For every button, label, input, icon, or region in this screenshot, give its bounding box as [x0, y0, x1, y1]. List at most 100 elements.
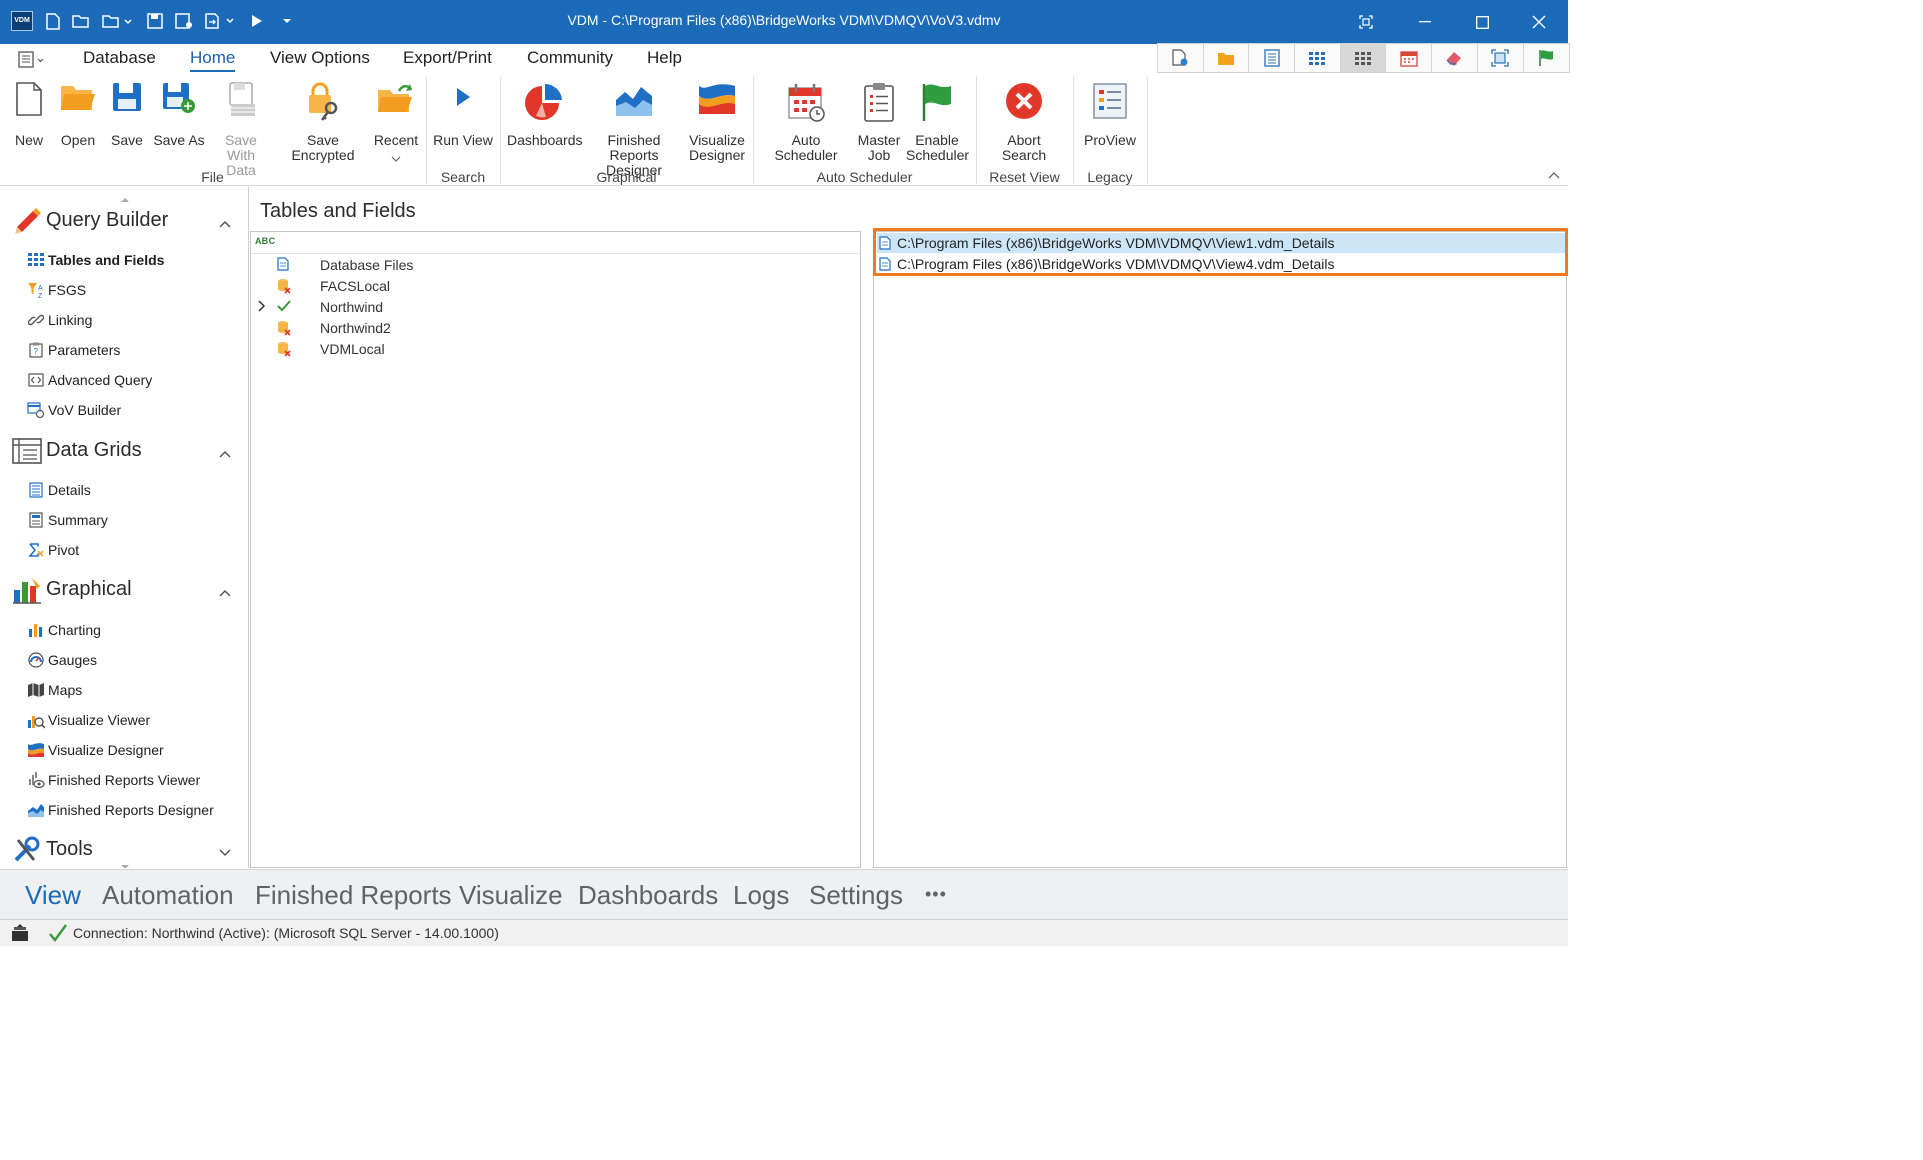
qat-open-dropdown-icon[interactable] [101, 11, 135, 31]
chevron-down-icon [372, 150, 420, 165]
nav-group-data-grids[interactable]: Data Grids [0, 433, 248, 469]
tree-item-database-files[interactable]: Database Files [251, 254, 860, 275]
backstage-menu-icon[interactable] [18, 51, 46, 69]
qat-customize-icon[interactable] [277, 11, 297, 31]
nav-item-finished-reports-viewer[interactable]: Finished Reports Viewer [26, 768, 200, 792]
pencil-icon [12, 207, 42, 235]
new-query-icon[interactable] [1158, 44, 1204, 72]
charting-icon [26, 620, 46, 640]
dashboards-button[interactable]: Dashboards [507, 82, 583, 148]
tree-item-northwind2[interactable]: Northwind2 [251, 317, 860, 338]
maximize-button[interactable] [1454, 0, 1510, 44]
visualize-designer-button[interactable]: Visualize Designer [688, 82, 746, 163]
auto-scheduler-button[interactable]: Auto Scheduler [760, 82, 852, 163]
nav-item-maps[interactable]: Maps [26, 678, 82, 702]
calendar-icon [760, 82, 852, 124]
save-as-button[interactable]: Save As [153, 82, 205, 148]
bottom-tab-settings[interactable]: Settings [809, 880, 903, 911]
nav-item-fsgs[interactable]: AZ FSGS [26, 278, 86, 302]
file-list-item[interactable]: C:\Program Files (x86)\BridgeWorks VDM\V… [877, 254, 1565, 274]
svg-text:?: ? [34, 347, 39, 356]
more-options-icon[interactable]: ••• [925, 884, 947, 905]
fullscreen-button[interactable] [1338, 0, 1394, 44]
nav-item-summary[interactable]: Summary [26, 508, 108, 532]
nav-item-pivot[interactable]: Pivot [26, 538, 79, 562]
new-button[interactable]: New [10, 82, 48, 148]
flag-icon[interactable] [1524, 44, 1570, 72]
ribbon-panel: New Open Save Save As Save With Data Sav… [0, 74, 1568, 186]
nav-item-tables-and-fields[interactable]: Tables and Fields [26, 248, 164, 272]
chevron-right-icon[interactable] [257, 299, 271, 313]
nav-item-gauges[interactable]: Gauges [26, 648, 97, 672]
tree-item-facslocal[interactable]: FACSLocal [251, 275, 860, 296]
app-logo: VDM [11, 11, 33, 31]
details-view-icon[interactable] [1249, 44, 1296, 72]
page-title: Tables and Fields [260, 200, 416, 222]
nav-item-linking[interactable]: Linking [26, 308, 92, 332]
recent-button[interactable]: Recent [372, 82, 420, 165]
save-with-data-button[interactable]: Save With Data [210, 82, 272, 178]
qat-save-as-icon[interactable] [174, 11, 194, 31]
qat-new-icon[interactable] [43, 11, 63, 31]
enable-scheduler-button[interactable]: Enable Scheduler [906, 82, 969, 163]
eraser-icon[interactable] [1432, 44, 1478, 72]
bottom-tab-finished-reports[interactable]: Finished Reports [255, 880, 452, 911]
open-folder-icon[interactable] [1204, 44, 1250, 72]
svg-text:Z: Z [38, 293, 43, 299]
database-stack-icon [10, 923, 32, 946]
tab-export-print[interactable]: Export/Print [403, 48, 492, 68]
master-job-button[interactable]: Master Job [855, 82, 903, 163]
collapse-ribbon-icon[interactable] [1548, 166, 1560, 182]
scroll-down-icon[interactable] [120, 857, 130, 868]
abc-spellcheck-icon[interactable]: A B C [255, 236, 275, 246]
bottom-tab-view[interactable]: View [25, 880, 81, 911]
run-view-button[interactable]: Run View [432, 82, 494, 148]
nav-item-charting[interactable]: Charting [26, 618, 101, 642]
nav-item-visualize-designer[interactable]: Visualize Designer [26, 738, 164, 762]
nav-item-advanced-query[interactable]: Advanced Query [26, 368, 152, 392]
qat-open-icon[interactable] [71, 11, 91, 31]
tab-help[interactable]: Help [647, 48, 682, 68]
proview-button[interactable]: ProView [1081, 82, 1139, 148]
tab-community[interactable]: Community [527, 48, 613, 68]
grid-view-icon[interactable] [1295, 44, 1341, 72]
gauge-icon [26, 650, 46, 670]
summary-grid-icon[interactable] [1340, 44, 1387, 72]
tree-item-northwind[interactable]: Northwind [251, 296, 860, 317]
document-icon [879, 256, 893, 272]
tab-view-options[interactable]: View Options [270, 48, 370, 68]
save-encrypted-button[interactable]: Save Encrypted [277, 82, 369, 163]
file-list-item[interactable]: C:\Program Files (x86)\BridgeWorks VDM\V… [877, 233, 1565, 253]
nav-group-graphical[interactable]: Graphical [0, 572, 248, 608]
open-button[interactable]: Open [56, 82, 100, 148]
document-icon [277, 257, 291, 273]
fit-window-icon[interactable] [1478, 44, 1524, 72]
save-button[interactable]: Save [107, 82, 147, 148]
table-grid-icon [26, 250, 46, 270]
group-separator [1073, 76, 1074, 184]
nav-group-query-builder[interactable]: Query Builder [0, 203, 248, 239]
scheduler-calendar-icon[interactable] [1386, 44, 1433, 72]
bottom-tab-automation[interactable]: Automation [102, 880, 234, 911]
nav-item-vov-builder[interactable]: VoV Builder [26, 398, 121, 422]
finished-reports-designer-button[interactable]: Finished Reports Designer [584, 82, 684, 178]
nav-item-details[interactable]: Details [26, 478, 91, 502]
tree-item-vdmlocal[interactable]: VDMLocal [251, 338, 860, 359]
qat-export-dropdown-icon[interactable] [204, 11, 238, 31]
close-button[interactable] [1511, 0, 1567, 44]
bottom-tab-visualize[interactable]: Visualize [459, 880, 563, 911]
nav-item-visualize-viewer[interactable]: Visualize Viewer [26, 708, 150, 732]
nav-item-finished-reports-designer[interactable]: Finished Reports Designer [26, 798, 214, 822]
nav-item-parameters[interactable]: ? Parameters [26, 338, 120, 362]
bottom-tab-dashboards[interactable]: Dashboards [578, 880, 718, 911]
tab-home[interactable]: Home [190, 48, 236, 72]
qat-run-icon[interactable] [247, 11, 267, 31]
data-grid-icon [12, 437, 42, 465]
green-flag-icon [906, 82, 968, 124]
visualize-viewer-icon [26, 710, 46, 730]
qat-save-icon[interactable] [145, 11, 165, 31]
minimize-button[interactable] [1397, 0, 1453, 44]
abort-search-button[interactable]: Abort Search [995, 82, 1053, 163]
tab-database[interactable]: Database [83, 48, 156, 68]
bottom-tab-logs[interactable]: Logs [733, 880, 789, 911]
